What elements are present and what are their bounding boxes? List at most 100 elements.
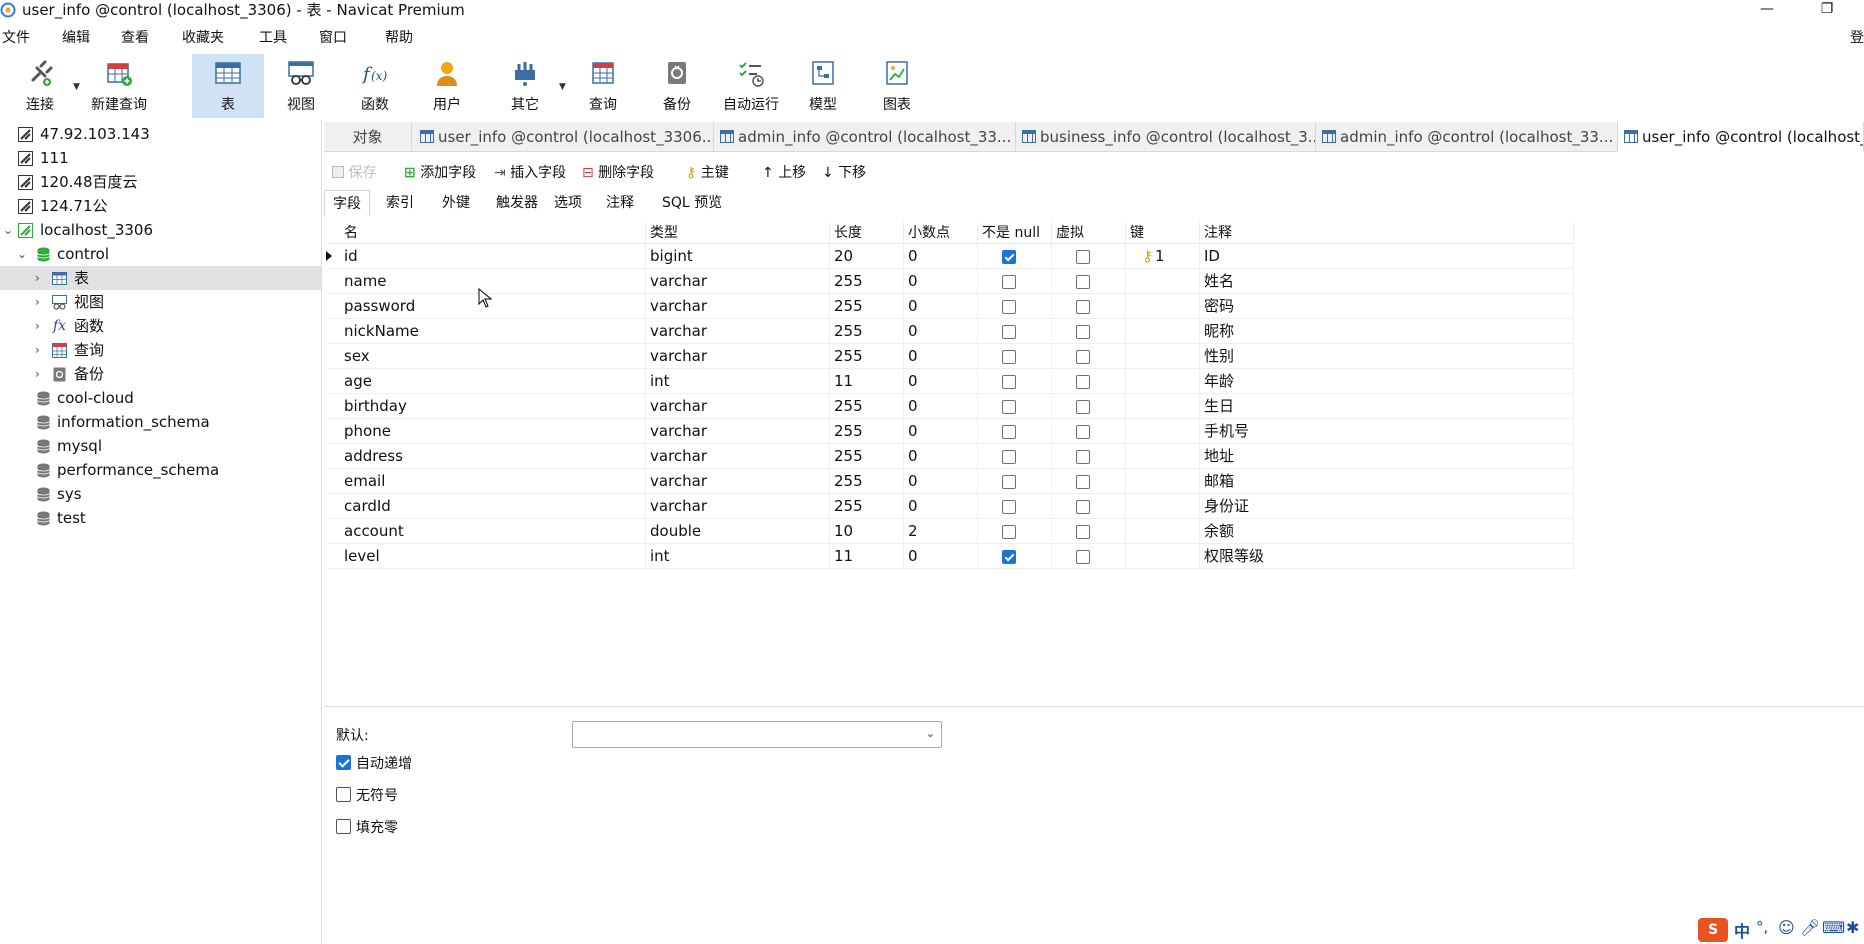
tree-node-tables[interactable]: › 表: [0, 266, 322, 290]
table-row[interactable]: name varchar 255 0 姓名: [328, 269, 1574, 294]
tree-connection-120-48[interactable]: 120.48百度云: [0, 170, 322, 194]
table-row[interactable]: cardId varchar 255 0 身份证: [328, 494, 1574, 519]
col-header-type[interactable]: 类型: [646, 222, 830, 244]
add-field-button[interactable]: ⊞ 添加字段: [404, 160, 476, 186]
tree-node-backups[interactable]: › 备份: [0, 362, 322, 386]
tree-node-views[interactable]: › 视图: [0, 290, 322, 314]
cell-comment[interactable]: 邮箱: [1200, 469, 1574, 494]
not-null-checkbox[interactable]: [1002, 300, 1016, 314]
cell-name[interactable]: cardId: [340, 494, 646, 519]
cell-comment[interactable]: 生日: [1200, 394, 1574, 419]
cell-type[interactable]: varchar: [646, 344, 830, 369]
table-tool-button[interactable]: 表: [192, 54, 264, 118]
subtab-triggers[interactable]: 触发器: [488, 190, 546, 216]
table-row[interactable]: email varchar 255 0 邮箱: [328, 469, 1574, 494]
tree-database-test[interactable]: test: [0, 506, 322, 530]
minimize-button[interactable]: —: [1752, 0, 1782, 20]
cell-length[interactable]: 255: [830, 394, 904, 419]
insert-field-button[interactable]: ⇥ 插入字段: [494, 160, 566, 186]
virtual-checkbox[interactable]: [1076, 475, 1090, 489]
cell-length[interactable]: 255: [830, 344, 904, 369]
col-header-name[interactable]: 名: [340, 222, 646, 244]
cell-decimal[interactable]: 0: [904, 544, 978, 569]
microphone-icon[interactable]: 🎤︎: [1800, 918, 1820, 937]
cell-key[interactable]: [1126, 269, 1200, 294]
cell-decimal[interactable]: 0: [904, 494, 978, 519]
menu-window[interactable]: 窗口: [319, 26, 347, 50]
cell-comment[interactable]: 手机号: [1200, 419, 1574, 444]
cell-decimal[interactable]: 0: [904, 469, 978, 494]
cell-name[interactable]: account: [340, 519, 646, 544]
cell-decimal[interactable]: 0: [904, 419, 978, 444]
cell-type[interactable]: varchar: [646, 394, 830, 419]
cell-comment[interactable]: 身份证: [1200, 494, 1574, 519]
cell-length[interactable]: 255: [830, 494, 904, 519]
function-tool-button[interactable]: f (x) 函数: [344, 54, 406, 118]
table-row[interactable]: nickName varchar 255 0 昵称: [328, 319, 1574, 344]
cell-type[interactable]: double: [646, 519, 830, 544]
col-header-not-null[interactable]: 不是 null: [978, 222, 1052, 244]
cell-decimal[interactable]: 0: [904, 369, 978, 394]
backup-tool-button[interactable]: 备份: [646, 54, 708, 118]
cell-key[interactable]: [1126, 369, 1200, 394]
cell-key[interactable]: [1126, 469, 1200, 494]
keyboard-icon[interactable]: ⌨: [1822, 918, 1845, 937]
cell-key[interactable]: [1126, 344, 1200, 369]
unsigned-checkbox[interactable]: [336, 787, 351, 802]
tab-business-info[interactable]: business_info @control (localhost_3...: [1016, 122, 1316, 152]
table-row[interactable]: id bigint 20 0 ⚷ 1 ID: [326, 244, 1574, 269]
query-tool-button[interactable]: 查询: [572, 54, 634, 118]
subtab-comment[interactable]: 注释: [598, 190, 642, 216]
tree-connection-47-92-103-143[interactable]: 47.92.103.143: [0, 122, 322, 146]
chevron-right-icon[interactable]: ›: [35, 314, 40, 338]
menu-edit[interactable]: 编辑: [62, 26, 90, 50]
cell-name[interactable]: birthday: [340, 394, 646, 419]
tab-objects[interactable]: 对象: [324, 122, 412, 152]
table-row[interactable]: password varchar 255 0 密码: [328, 294, 1574, 319]
chevron-down-icon[interactable]: ⌄: [17, 242, 27, 266]
tab-user-info-1[interactable]: user_info @control (localhost_3306...: [414, 122, 714, 152]
cell-type[interactable]: varchar: [646, 494, 830, 519]
subtab-sql-preview[interactable]: SQL 预览: [654, 190, 730, 216]
menu-view[interactable]: 查看: [121, 26, 149, 50]
table-row[interactable]: birthday varchar 255 0 生日: [328, 394, 1574, 419]
cell-length[interactable]: 255: [830, 294, 904, 319]
model-tool-button[interactable]: 模型: [792, 54, 854, 118]
cell-key[interactable]: [1126, 319, 1200, 344]
connect-dropdown-icon[interactable]: ▼: [73, 82, 80, 92]
col-header-comment[interactable]: 注释: [1200, 222, 1574, 244]
cell-key[interactable]: [1126, 519, 1200, 544]
cell-type[interactable]: varchar: [646, 294, 830, 319]
table-row[interactable]: age int 11 0 年龄: [328, 369, 1574, 394]
cell-decimal[interactable]: 2: [904, 519, 978, 544]
not-null-checkbox[interactable]: [1002, 475, 1016, 489]
connect-button[interactable]: 连接: [10, 54, 70, 118]
chevron-right-icon[interactable]: ›: [35, 266, 40, 290]
subtab-options[interactable]: 选项: [546, 190, 590, 216]
cell-decimal[interactable]: 0: [904, 444, 978, 469]
tree-connection-111[interactable]: 111: [0, 146, 322, 170]
cell-length[interactable]: 255: [830, 319, 904, 344]
col-header-virtual[interactable]: 虚拟: [1052, 222, 1126, 244]
cell-length[interactable]: 10: [830, 519, 904, 544]
sogou-ime-icon[interactable]: S: [1698, 918, 1728, 942]
cell-length[interactable]: 255: [830, 444, 904, 469]
cell-type[interactable]: varchar: [646, 444, 830, 469]
cell-key[interactable]: [1126, 444, 1200, 469]
cell-name[interactable]: address: [340, 444, 646, 469]
not-null-checkbox[interactable]: [1002, 275, 1016, 289]
tree-database-cool-cloud[interactable]: cool-cloud: [0, 386, 322, 410]
cell-type[interactable]: int: [646, 369, 830, 394]
cell-type[interactable]: varchar: [646, 269, 830, 294]
cell-decimal[interactable]: 0: [904, 394, 978, 419]
cell-key[interactable]: [1126, 394, 1200, 419]
cell-name[interactable]: level: [340, 544, 646, 569]
subtab-foreign-keys[interactable]: 外键: [434, 190, 478, 216]
new-query-button[interactable]: 新建查询: [84, 54, 154, 118]
cell-length[interactable]: 20: [830, 244, 904, 269]
cell-name[interactable]: email: [340, 469, 646, 494]
cell-length[interactable]: 255: [830, 419, 904, 444]
not-null-checkbox[interactable]: [1002, 350, 1016, 364]
other-tool-button[interactable]: 其它: [494, 54, 556, 118]
table-row[interactable]: account double 10 2 余额: [328, 519, 1574, 544]
